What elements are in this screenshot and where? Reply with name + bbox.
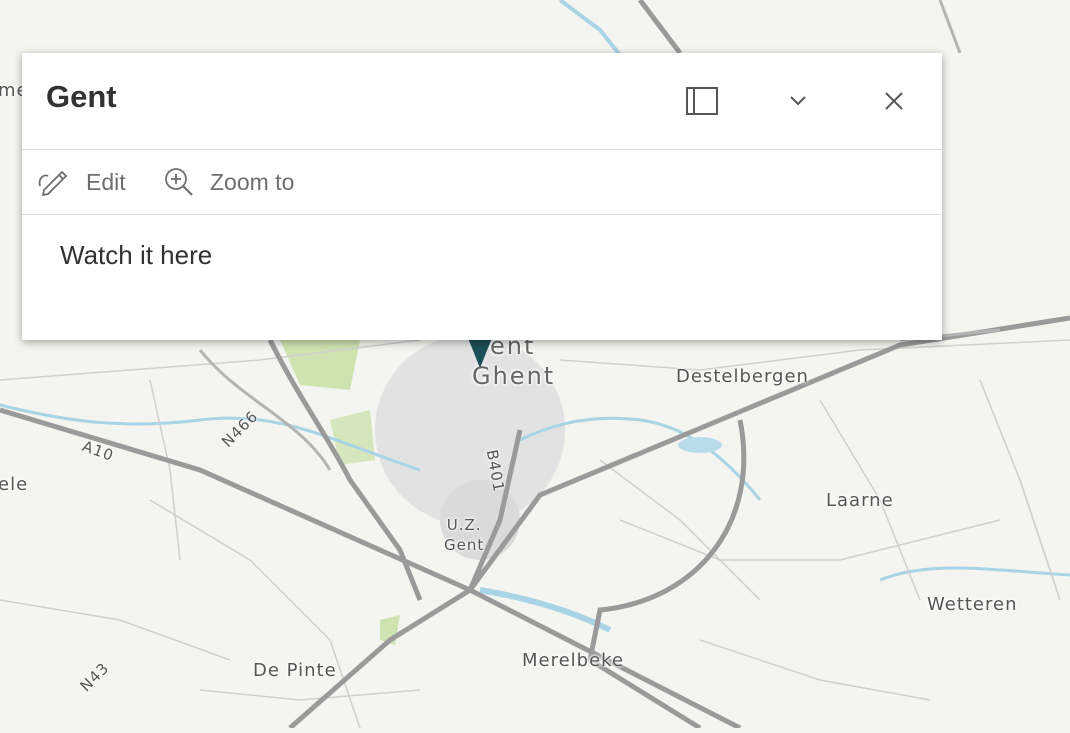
edit-action-label: Edit	[86, 168, 126, 195]
zoom-to-action-label: Zoom to	[210, 168, 295, 195]
motorway-north	[638, 0, 682, 55]
place-label-merelbeke: Merelbeke	[522, 650, 625, 671]
place-label-de-pinte: De Pinte	[253, 660, 337, 681]
popup-actions-bar: Edit Zoom to	[22, 150, 942, 215]
dock-button[interactable]	[682, 81, 722, 121]
popup-pointer	[468, 338, 492, 368]
edit-pencil-icon	[38, 170, 68, 197]
popup-title: Gent	[46, 79, 117, 114]
place-label-partial-left: ele	[0, 474, 29, 495]
zoom-in-icon	[165, 168, 193, 196]
zoom-to-action[interactable]: Zoom to	[162, 166, 294, 198]
popup-header: Gent	[22, 53, 942, 150]
edit-action[interactable]: Edit	[38, 166, 126, 198]
canal-north	[558, 0, 622, 57]
chevron-down-icon	[790, 96, 806, 106]
place-label-uz-line2: Gent	[444, 536, 485, 554]
place-label-destelbergen: Destelbergen	[676, 366, 809, 387]
close-icon	[885, 92, 903, 110]
dock-icon	[686, 87, 718, 115]
feature-popup: Gent Edit Zoom to Watch it here	[22, 53, 942, 340]
popup-content-text: Watch it here	[60, 240, 213, 270]
canal	[479, 587, 612, 633]
lake	[678, 437, 722, 453]
collapse-button[interactable]	[778, 81, 818, 121]
close-button[interactable]	[874, 81, 914, 121]
place-label-uz-gent: U.Z. Gent	[444, 515, 484, 555]
place-label-uz-line1: U.Z.	[446, 516, 482, 534]
place-label-wetteren: Wetteren	[927, 594, 1018, 615]
place-label-laarne: Laarne	[826, 490, 894, 511]
